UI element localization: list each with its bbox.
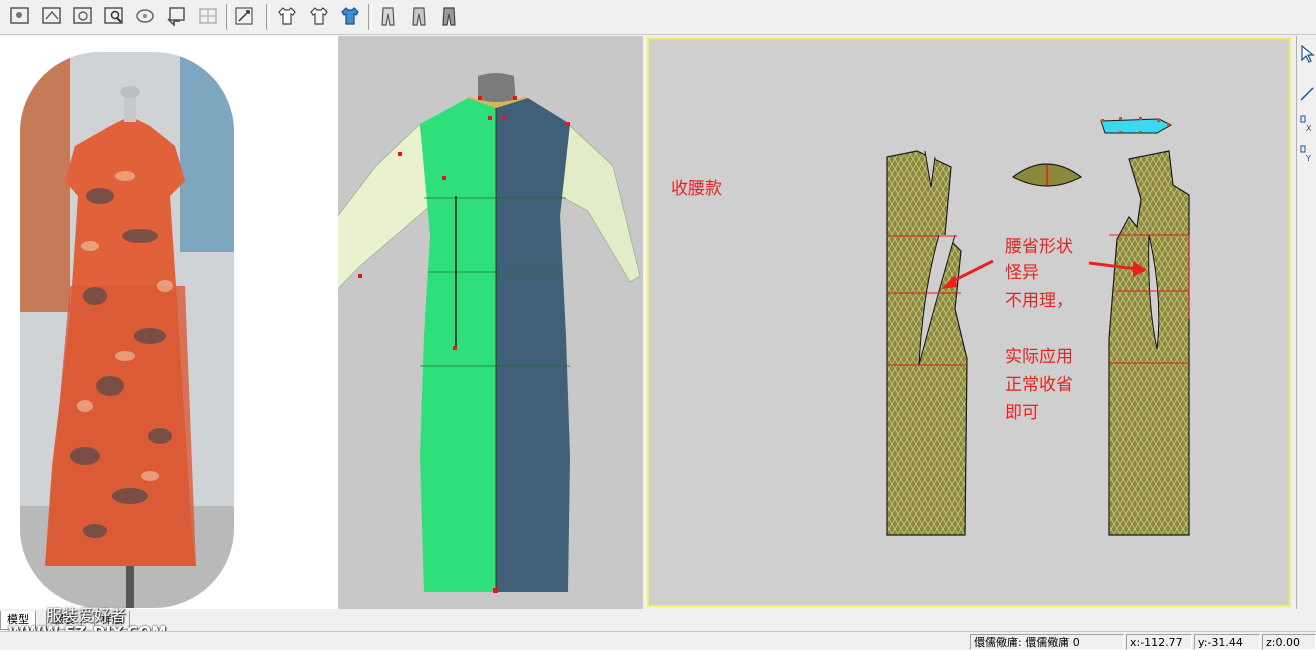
pointer-icon[interactable] [1299, 44, 1315, 67]
pants-icon[interactable] [376, 3, 400, 29]
annotation-line-6: 即可 [1005, 403, 1039, 423]
avatar-icon[interactable] [133, 3, 157, 29]
workspace: 收腰款 腰省形状 怪异 不用理， 实际应用 正常收省 即可 X Y [0, 36, 1316, 609]
svg-text:Y: Y [1305, 154, 1311, 163]
side-toolbar: X Y [1296, 36, 1316, 609]
status-mode: 儇儒儆庯: 儇儒儆庯 0 [970, 634, 1124, 650]
reference-photo [20, 52, 234, 608]
front-piece [886, 150, 968, 536]
3d-avatar-view[interactable] [338, 36, 643, 609]
annotation-line-3: 不用理， [1005, 291, 1073, 311]
settings-icon[interactable] [232, 3, 256, 29]
status-bar: 儇儒儆庯: 儇儒儆庯 0 x:-112.77 y:-31.44 z:0.00 [0, 631, 1316, 650]
model-tool-icon[interactable] [8, 3, 32, 29]
status-y: y:-31.44 [1194, 634, 1260, 650]
svg-text:X: X [1306, 124, 1312, 133]
pattern-pieces [886, 117, 1190, 536]
shirt-outline-alt-icon[interactable] [307, 3, 331, 29]
y-axis-icon[interactable]: Y [1299, 144, 1315, 167]
grid-icon[interactable] [196, 3, 220, 29]
status-z: z:0.00 [1262, 634, 1316, 650]
back-piece [1108, 150, 1190, 536]
annotation-line-1: 腰省形状 [1005, 237, 1073, 257]
zoom-view-icon[interactable] [102, 3, 126, 29]
pants-dark-icon[interactable] [437, 3, 461, 29]
import-icon[interactable] [40, 3, 64, 29]
avatar-model [338, 73, 641, 593]
export-icon[interactable] [164, 3, 188, 29]
shirt-outline-icon[interactable] [275, 3, 299, 29]
pattern-view[interactable]: 收腰款 腰省形状 怪异 不用理， 实际应用 正常收省 即可 [647, 37, 1291, 607]
fit-icon[interactable] [71, 3, 95, 29]
shirt-filled-icon[interactable] [338, 3, 362, 29]
status-x: x:-112.77 [1126, 634, 1192, 650]
x-axis-icon[interactable]: X [1299, 114, 1315, 137]
reference-photo-panel [0, 36, 338, 609]
collar-band [1100, 118, 1173, 134]
pants-alt-icon[interactable] [407, 3, 431, 29]
annotation-line-2: 怪异 [1005, 263, 1039, 283]
line-tool-icon[interactable] [1299, 84, 1315, 105]
annotation-line-4: 实际应用 [1005, 347, 1073, 367]
main-toolbar [0, 0, 1316, 35]
annotation-line-5: 正常收省 [1005, 375, 1073, 395]
